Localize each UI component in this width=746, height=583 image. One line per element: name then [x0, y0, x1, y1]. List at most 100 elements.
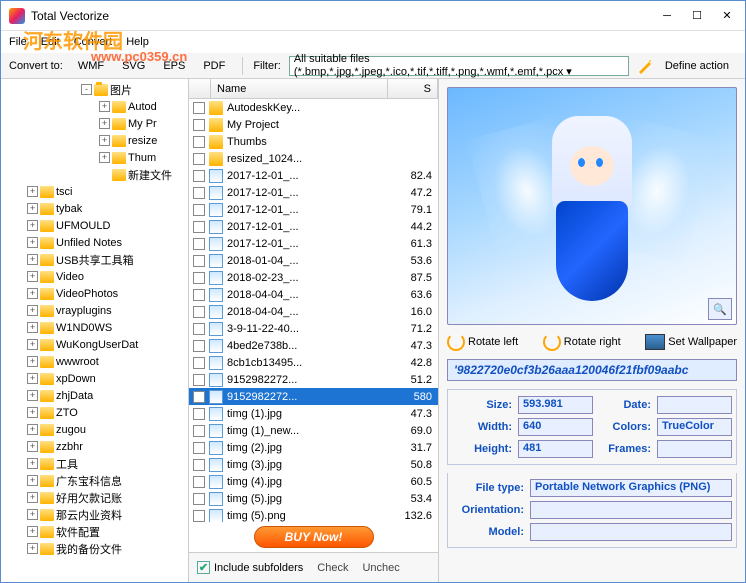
tree-item[interactable]: +zzbhr: [3, 438, 186, 455]
row-checkbox[interactable]: [193, 204, 205, 216]
collapse-icon[interactable]: -: [81, 84, 92, 95]
set-wallpaper-button[interactable]: Set Wallpaper: [645, 333, 737, 351]
row-checkbox[interactable]: [193, 119, 205, 131]
file-row[interactable]: 3-9-11-22-40...71.2: [189, 320, 438, 337]
expand-icon[interactable]: +: [27, 356, 38, 367]
row-checkbox[interactable]: [193, 238, 205, 250]
tree-item[interactable]: +vrayplugins: [3, 302, 186, 319]
expand-icon[interactable]: +: [27, 339, 38, 350]
row-checkbox[interactable]: [193, 306, 205, 318]
format-svg-button[interactable]: SVG: [115, 57, 152, 75]
col-size[interactable]: S: [388, 79, 438, 98]
rotate-left-button[interactable]: Rotate left: [447, 333, 518, 351]
tree-item[interactable]: +UFMOULD: [3, 217, 186, 234]
format-wmf-button[interactable]: WMF: [71, 57, 111, 75]
tree-item[interactable]: +xpDown: [3, 370, 186, 387]
expand-icon[interactable]: +: [27, 220, 38, 231]
tree-item[interactable]: +zhjData: [3, 387, 186, 404]
file-row[interactable]: 2017-12-01_...47.2: [189, 184, 438, 201]
col-name[interactable]: Name: [211, 79, 388, 98]
file-row[interactable]: 9152982272...51.2: [189, 371, 438, 388]
buy-now-button[interactable]: BUY Now!: [254, 526, 374, 548]
file-row[interactable]: timg (2).jpg31.7: [189, 439, 438, 456]
row-checkbox[interactable]: [193, 255, 205, 267]
rotate-right-button[interactable]: Rotate right: [543, 333, 621, 351]
uncheck-all-button[interactable]: Unchec: [362, 562, 399, 574]
format-pdf-button[interactable]: PDF: [196, 57, 232, 75]
row-checkbox[interactable]: [193, 510, 205, 522]
expand-icon[interactable]: +: [27, 475, 38, 486]
tree-item[interactable]: -图片: [3, 81, 186, 98]
file-row[interactable]: My Project: [189, 116, 438, 133]
filter-dropdown[interactable]: All suitable files (*.bmp,*.jpg,*.jpeg,*…: [289, 56, 629, 76]
tree-item[interactable]: +wwwroot: [3, 353, 186, 370]
row-checkbox[interactable]: [193, 170, 205, 182]
file-row[interactable]: timg (5).png132.6: [189, 507, 438, 522]
expand-icon[interactable]: +: [27, 305, 38, 316]
tree-item[interactable]: +VideoPhotos: [3, 285, 186, 302]
row-checkbox[interactable]: [193, 476, 205, 488]
file-row[interactable]: 2018-04-04_...63.6: [189, 286, 438, 303]
expand-icon[interactable]: +: [27, 390, 38, 401]
menu-edit[interactable]: Edit: [41, 36, 60, 48]
row-checkbox[interactable]: [193, 102, 205, 114]
row-checkbox[interactable]: [193, 391, 205, 403]
expand-icon[interactable]: +: [27, 509, 38, 520]
check-all-button[interactable]: Check: [317, 562, 348, 574]
tree-item[interactable]: +W1ND0WS: [3, 319, 186, 336]
menu-help[interactable]: Help: [126, 36, 149, 48]
format-eps-button[interactable]: EPS: [156, 57, 192, 75]
file-row[interactable]: 2017-12-01_...79.1: [189, 201, 438, 218]
include-subfolders-checkbox[interactable]: ✔ Include subfolders: [197, 561, 303, 574]
expand-icon[interactable]: +: [99, 101, 110, 112]
expand-icon[interactable]: +: [27, 441, 38, 452]
file-row[interactable]: 2018-04-04_...16.0: [189, 303, 438, 320]
tree-item[interactable]: +工具: [3, 455, 186, 472]
tree-item[interactable]: +Unfiled Notes: [3, 234, 186, 251]
row-checkbox[interactable]: [193, 153, 205, 165]
define-action-button[interactable]: Define action: [661, 58, 733, 74]
tree-item[interactable]: +那云内业资料: [3, 506, 186, 523]
row-checkbox[interactable]: [193, 289, 205, 301]
file-row[interactable]: timg (4).jpg60.5: [189, 473, 438, 490]
expand-icon[interactable]: +: [27, 322, 38, 333]
expand-icon[interactable]: +: [27, 424, 38, 435]
expand-icon[interactable]: +: [27, 271, 38, 282]
expand-icon[interactable]: +: [27, 407, 38, 418]
row-checkbox[interactable]: [193, 442, 205, 454]
file-row[interactable]: timg (5).jpg53.4: [189, 490, 438, 507]
row-checkbox[interactable]: [193, 323, 205, 335]
file-row[interactable]: Thumbs: [189, 133, 438, 150]
tree-item[interactable]: +My Pr: [3, 115, 186, 132]
tree-item[interactable]: +广东宝科信息: [3, 472, 186, 489]
file-row[interactable]: 2017-12-01_...61.3: [189, 235, 438, 252]
file-row[interactable]: 8cb1cb13495...42.8: [189, 354, 438, 371]
expand-icon[interactable]: +: [27, 237, 38, 248]
menu-convert[interactable]: Convert: [74, 36, 113, 48]
tree-item[interactable]: +软件配置: [3, 523, 186, 540]
expand-icon[interactable]: +: [27, 186, 38, 197]
expand-icon[interactable]: +: [99, 118, 110, 129]
file-row[interactable]: 2018-02-23_...87.5: [189, 269, 438, 286]
tree-item[interactable]: +ZTO: [3, 404, 186, 421]
file-row[interactable]: 2017-12-01_...82.4: [189, 167, 438, 184]
tree-item[interactable]: +zugou: [3, 421, 186, 438]
minimize-button[interactable]: ─: [661, 10, 673, 22]
expand-icon[interactable]: +: [27, 254, 38, 265]
file-row[interactable]: timg (1).jpg47.3: [189, 405, 438, 422]
row-checkbox[interactable]: [193, 357, 205, 369]
tree-item[interactable]: +tybak: [3, 200, 186, 217]
expand-icon[interactable]: +: [27, 526, 38, 537]
tree-item[interactable]: +resize: [3, 132, 186, 149]
tree-item[interactable]: +Video: [3, 268, 186, 285]
folder-tree[interactable]: -图片+Autod+My Pr+resize+Thum新建文件+tsci+tyb…: [1, 79, 189, 582]
file-row[interactable]: resized_1024...: [189, 150, 438, 167]
tree-item[interactable]: +Thum: [3, 149, 186, 166]
file-row[interactable]: 2018-01-04_...53.6: [189, 252, 438, 269]
tree-item[interactable]: +我的备份文件: [3, 540, 186, 557]
row-checkbox[interactable]: [193, 340, 205, 352]
row-checkbox[interactable]: [193, 408, 205, 420]
expand-icon[interactable]: +: [27, 373, 38, 384]
menu-file[interactable]: File: [9, 36, 27, 48]
tree-item[interactable]: +USB共享工具箱: [3, 251, 186, 268]
